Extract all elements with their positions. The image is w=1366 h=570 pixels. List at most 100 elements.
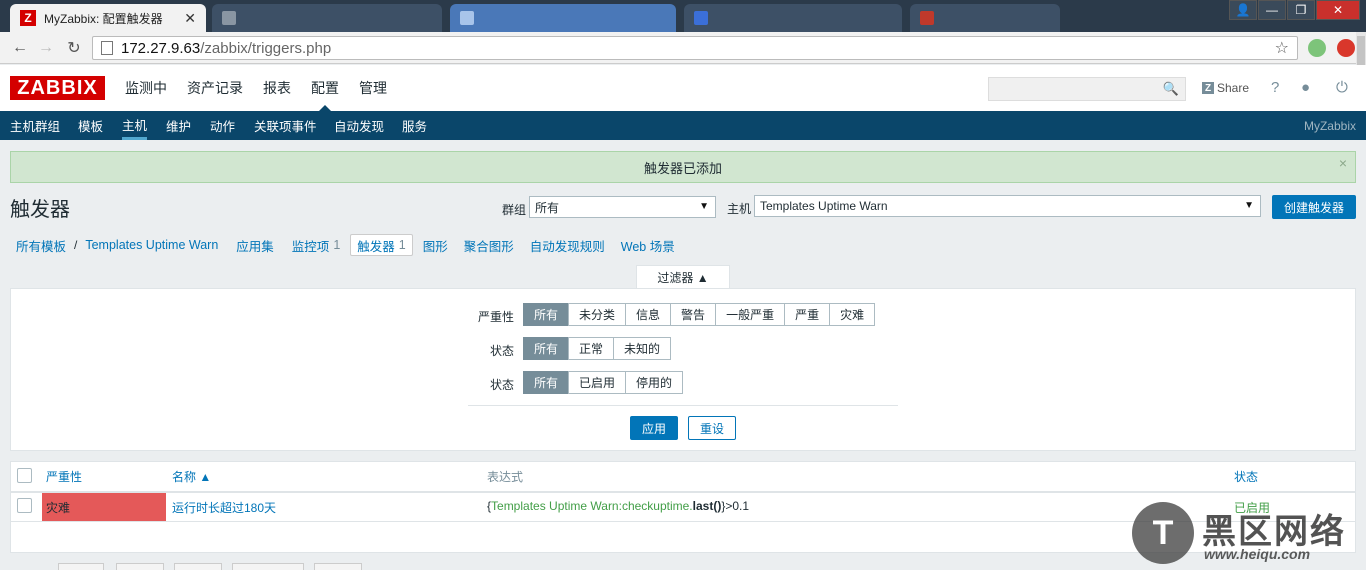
search-icon[interactable]: 🔍: [1163, 81, 1179, 97]
close-message-icon[interactable]: ×: [1339, 155, 1347, 171]
reload-icon[interactable]: ↻: [64, 38, 84, 58]
items-count: 1: [333, 238, 341, 252]
menu-monitoring[interactable]: 监测中: [115, 65, 177, 111]
select-all-checkbox[interactable]: [17, 468, 32, 483]
filter-divider: [468, 405, 898, 406]
profile-icon[interactable]: ●: [1301, 79, 1310, 96]
group-select[interactable]: 所有 ▼: [529, 196, 716, 218]
submenu-templates[interactable]: 模板: [78, 111, 103, 140]
maximize-icon[interactable]: ❐: [1287, 0, 1315, 20]
severity-label: 严重性: [477, 310, 514, 324]
bookmark-star-icon[interactable]: ☆: [1275, 38, 1289, 58]
url-host: 172.27.9.63: [121, 39, 201, 57]
back-icon[interactable]: ←: [10, 38, 30, 58]
status-disabled[interactable]: 停用的: [625, 371, 684, 394]
breadcrumb-graphs[interactable]: 图形: [417, 234, 454, 256]
breadcrumb-triggers[interactable]: 触发器 1: [350, 234, 413, 256]
create-trigger-button[interactable]: 创建触发器: [1272, 195, 1356, 219]
browser-tab[interactable]: [450, 4, 676, 32]
breadcrumb-discovery[interactable]: 自动发现规则: [524, 234, 611, 256]
filter-tab[interactable]: 过滤器 ▲: [636, 265, 730, 289]
mass-action-button[interactable]: [174, 563, 222, 570]
breadcrumb-web[interactable]: Web 场景: [615, 234, 681, 256]
mass-action-button[interactable]: [116, 563, 164, 570]
severity-all[interactable]: 所有: [523, 303, 570, 326]
extension-icon[interactable]: [1308, 39, 1326, 57]
submenu-host-groups[interactable]: 主机群组: [10, 111, 60, 140]
state-all[interactable]: 所有: [523, 337, 570, 360]
breadcrumb-template[interactable]: Templates Uptime Warn: [79, 234, 224, 256]
menu-reports[interactable]: 报表: [253, 65, 301, 111]
user-icon[interactable]: 👤: [1229, 0, 1257, 20]
status-segmented-control: 所有 已启用 停用的: [523, 371, 684, 394]
submenu-actions[interactable]: 动作: [210, 111, 235, 140]
share-button[interactable]: Z Share: [1202, 81, 1249, 95]
breadcrumb: 所有模板 / Templates Uptime Warn 应用集 监控项 1 触发…: [10, 234, 681, 256]
column-header-severity[interactable]: 严重性: [46, 468, 82, 485]
close-window-icon[interactable]: ✕: [1316, 0, 1360, 20]
watermark-logo-glyph: T: [1152, 513, 1174, 552]
apply-button[interactable]: 应用: [630, 416, 678, 440]
mass-action-button[interactable]: [232, 563, 304, 570]
submenu-correlation[interactable]: 关联项事件: [254, 111, 317, 140]
browser-tab[interactable]: [910, 4, 1060, 32]
submenu-services[interactable]: 服务: [402, 111, 427, 140]
severity-segmented-control: 所有 未分类 信息 警告 一般严重 严重 灾难: [523, 303, 876, 326]
column-header-name[interactable]: 名称 ▲: [172, 468, 211, 485]
menu-configuration[interactable]: 配置: [301, 65, 349, 111]
search-input[interactable]: 🔍: [988, 77, 1186, 101]
expr-item-key-link[interactable]: Templates Uptime Warn:checkuptime.: [491, 499, 693, 513]
breadcrumb-screens[interactable]: 聚合图形: [458, 234, 520, 256]
url-input[interactable]: 172.27.9.63/zabbix/triggers.php ☆: [92, 36, 1298, 60]
severity-warning[interactable]: 警告: [670, 303, 717, 326]
severity-disaster[interactable]: 灾难: [829, 303, 876, 326]
breadcrumb-all-templates[interactable]: 所有模板: [10, 234, 72, 256]
success-message-text: 触发器已添加: [643, 160, 722, 176]
trigger-name-link[interactable]: 运行时长超过180天: [172, 499, 276, 516]
zabbix-logo[interactable]: ZABBIX: [10, 76, 105, 100]
status-all[interactable]: 所有: [523, 371, 570, 394]
help-icon[interactable]: ?: [1271, 79, 1279, 96]
minimize-icon[interactable]: —: [1258, 0, 1286, 20]
breadcrumb-items[interactable]: 监控项 1: [286, 234, 346, 256]
url-path: /zabbix/triggers.php: [200, 39, 332, 57]
page-favicon-icon: [694, 11, 708, 25]
watermark-url: www.heiqu.com: [1204, 546, 1311, 562]
host-select[interactable]: Templates Uptime Warn ▼: [754, 195, 1261, 217]
share-label: Share: [1217, 81, 1250, 95]
column-header-expression: 表达式: [487, 470, 524, 484]
dropdown-arrow-icon: ▼: [699, 201, 709, 212]
state-label: 状态: [489, 344, 514, 358]
success-message: 触发器已添加 ×: [10, 151, 1356, 183]
mass-action-button[interactable]: [58, 563, 104, 570]
address-bar: ← → ↻ 172.27.9.63/zabbix/triggers.php ☆: [0, 32, 1366, 64]
state-normal[interactable]: 正常: [568, 337, 615, 360]
breadcrumb-applications[interactable]: 应用集: [230, 234, 280, 256]
submenu-hosts[interactable]: 主机: [122, 111, 148, 140]
menu-administration[interactable]: 管理: [349, 65, 397, 111]
severity-high[interactable]: 严重: [784, 303, 831, 326]
severity-information[interactable]: 信息: [625, 303, 672, 326]
reset-button[interactable]: 重设: [688, 416, 736, 440]
column-header-status[interactable]: 状态: [1234, 468, 1258, 485]
browser-tab[interactable]: [212, 4, 442, 32]
severity-average[interactable]: 一般严重: [715, 303, 786, 326]
submenu-discovery[interactable]: 自动发现: [334, 111, 384, 140]
severity-not-classified[interactable]: 未分类: [568, 303, 627, 326]
header-divider: [11, 491, 1355, 493]
state-unknown[interactable]: 未知的: [613, 337, 672, 360]
submenu-maintenance[interactable]: 维护: [166, 111, 191, 140]
page-info-icon[interactable]: [101, 41, 113, 55]
browser-tab-active[interactable]: Z MyZabbix: 配置触发器 ✕: [10, 4, 206, 32]
page-favicon-icon: [222, 11, 236, 25]
menu-inventory[interactable]: 资产记录: [177, 65, 253, 111]
status-enabled[interactable]: 已启用: [568, 371, 627, 394]
forward-icon[interactable]: →: [36, 38, 56, 58]
window-controls: 👤 — ❐ ✕: [1228, 0, 1360, 20]
extension-icon[interactable]: [1337, 39, 1355, 57]
logout-power-icon[interactable]: ⏻: [1336, 79, 1348, 96]
close-tab-icon[interactable]: ✕: [184, 10, 196, 27]
mass-action-button[interactable]: [314, 563, 362, 570]
row-checkbox[interactable]: [17, 498, 32, 513]
browser-tab[interactable]: [684, 4, 902, 32]
